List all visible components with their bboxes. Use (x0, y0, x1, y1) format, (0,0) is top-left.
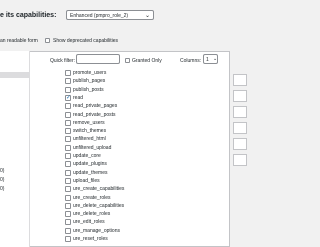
capability-checkbox[interactable] (65, 86, 71, 93)
capability-checkbox[interactable] (65, 227, 71, 234)
capability-groups-list (0, 51, 30, 247)
capability-checkbox[interactable] (65, 169, 71, 176)
capability-checkbox[interactable] (65, 186, 71, 193)
action-button[interactable] (233, 154, 247, 166)
selected-group-highlight[interactable] (0, 72, 30, 78)
capability-label: update_core (73, 153, 101, 159)
capability-label: read_private_posts (73, 111, 116, 118)
action-button[interactable] (233, 74, 247, 86)
capability-checkbox[interactable] (65, 153, 71, 159)
show-deprecated-label: Show deprecated capabilities (53, 38, 119, 44)
capability-checkbox[interactable] (65, 211, 71, 218)
action-button[interactable] (233, 90, 247, 102)
role-select-value: Enhanced (pmpro_role_2) (70, 13, 129, 19)
capability-label: ure_create_capabilities (73, 186, 125, 193)
capability-label: unfiltered_html (73, 136, 106, 143)
capability-label: update_plugins (73, 161, 107, 168)
columns-select-value: 1 (206, 57, 209, 63)
action-button[interactable] (233, 138, 247, 150)
capability-label: switch_themes (73, 128, 107, 135)
capability-label: read (73, 94, 84, 101)
chevron-down-icon: ⌄ (213, 56, 218, 62)
show-deprecated-checkbox[interactable] (45, 38, 50, 43)
quick-filter-input[interactable] (76, 54, 120, 64)
capability-label: ure_manage_options (73, 227, 120, 234)
capability-label: upload_files (73, 177, 100, 184)
capability-checkbox[interactable] (65, 177, 71, 184)
columns-select[interactable]: 1 ⌄ (203, 54, 218, 64)
capability-checkbox[interactable]: ✓ (65, 94, 72, 101)
capability-checkbox[interactable] (65, 128, 71, 135)
capabilities-heading: e its capabilities: (0, 12, 57, 19)
capability-label: ure_delete_capabilities (73, 202, 125, 209)
capability-label: unfiltered_upload (73, 144, 112, 151)
capability-checkbox[interactable] (65, 78, 71, 85)
capability-label: read_private_pages (73, 103, 118, 110)
group-count[interactable]: 0) (0, 168, 4, 174)
capability-label: publish_pages (73, 78, 106, 85)
granted-only-label: Granted Only (132, 58, 162, 64)
capability-checkbox[interactable] (65, 136, 71, 143)
capability-checkbox[interactable] (65, 219, 71, 226)
action-button[interactable] (233, 106, 247, 118)
capability-label: publish_posts (73, 86, 104, 93)
capability-checkbox[interactable] (65, 144, 71, 151)
capability-label: promote_users (73, 70, 107, 76)
capability-checkbox[interactable] (65, 70, 71, 76)
capability-checkbox[interactable] (65, 161, 71, 168)
capability-label: ure_create_roles (73, 194, 111, 201)
capability-checkbox[interactable] (65, 111, 71, 118)
capability-label: ure_delete_roles (73, 211, 111, 218)
capability-checkbox[interactable] (65, 202, 71, 209)
quick-filter-label: Quick filter: (50, 58, 76, 64)
group-count[interactable]: 0) (0, 177, 4, 183)
action-button[interactable] (233, 122, 247, 134)
capability-checkbox[interactable] (65, 103, 71, 110)
capability-checkbox[interactable] (65, 236, 71, 242)
checkmark-icon: ✓ (66, 94, 72, 101)
capability-label: ure_reset_roles (73, 236, 108, 242)
role-select[interactable]: Enhanced (pmpro_role_2) ⌄ (66, 10, 154, 20)
capability-checkbox[interactable] (65, 194, 71, 201)
capabilities-panel (0, 51, 230, 247)
capability-checkbox[interactable] (65, 119, 71, 126)
capability-label: remove_users (73, 119, 105, 126)
readable-form-label: an readable form (0, 38, 38, 44)
chevron-down-icon: ⌄ (144, 13, 150, 19)
columns-label: Columns: (180, 58, 202, 64)
capability-label: ure_edit_roles (73, 219, 105, 226)
granted-only-checkbox[interactable] (125, 58, 130, 63)
group-count[interactable]: 0) (0, 186, 4, 192)
capability-label: update_themes (73, 169, 108, 176)
